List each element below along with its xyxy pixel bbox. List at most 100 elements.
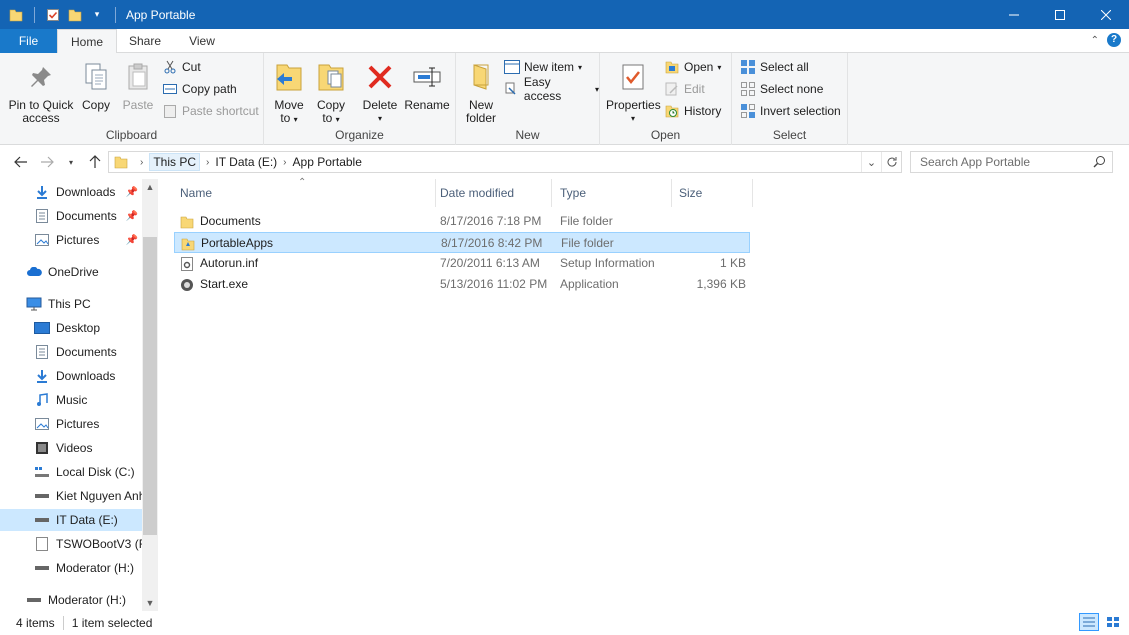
nav-item-pictures[interactable]: Pictures — [0, 413, 142, 435]
pin-icon[interactable]: 📌 — [126, 235, 138, 246]
scroll-up-icon[interactable]: ▲ — [142, 179, 158, 195]
edit-button[interactable]: Edit — [664, 79, 705, 99]
table-row[interactable]: Autorun.inf 7/20/2011 6:13 AM Setup Info… — [174, 253, 750, 274]
navigation-pane: Downloads 📌 Documents 📌 Pictures 📌 OneDr… — [0, 179, 158, 611]
new-item-button[interactable]: New item ▾ — [504, 57, 582, 77]
open-button[interactable]: Open ▾ — [664, 57, 721, 77]
nav-item-local-disk-c[interactable]: Local Disk (C:) — [0, 461, 142, 483]
close-button[interactable] — [1083, 0, 1129, 29]
properties-check-icon[interactable] — [45, 7, 61, 23]
application-icon — [180, 278, 194, 292]
file-date: 5/13/2016 11:02 PM — [440, 277, 548, 291]
pin-icon[interactable]: 📌 — [126, 211, 138, 222]
new-item-icon — [504, 59, 520, 75]
invert-selection-icon — [740, 103, 756, 119]
breadcrumb-chevron-icon[interactable]: › — [283, 157, 286, 168]
nav-item-onedrive[interactable]: OneDrive — [0, 261, 142, 283]
nav-item-videos[interactable]: Videos — [0, 437, 142, 459]
clipboard-group-label: Clipboard — [105, 128, 158, 142]
nav-item-this-pc[interactable]: This PC — [0, 293, 142, 315]
history-button[interactable]: History — [664, 101, 721, 121]
tab-view[interactable]: View — [178, 29, 226, 53]
table-row[interactable]: Documents 8/17/2016 7:18 PM File folder — [174, 211, 750, 232]
nav-item-it-data-e[interactable]: IT Data (E:) — [0, 509, 142, 531]
new-folder-button[interactable]: New folder — [460, 59, 502, 125]
copy-to-button[interactable]: Copy to ▾ — [312, 59, 350, 126]
folder-icon — [180, 215, 194, 229]
easy-access-button[interactable]: Easy access ▾ — [504, 75, 599, 103]
drive-icon — [34, 488, 50, 504]
address-bar[interactable]: › This PC › IT Data (E:) › App Portable … — [108, 151, 902, 173]
collapse-ribbon-icon[interactable]: ⌃ — [1091, 35, 1099, 46]
nav-item-documents-quick[interactable]: Documents 📌 — [0, 205, 142, 227]
select-all-button[interactable]: Select all — [740, 57, 809, 77]
minimize-button[interactable] — [991, 0, 1037, 29]
folder-icon — [114, 155, 128, 169]
nav-item-moderator-h-network[interactable]: Moderator (H:) — [0, 589, 142, 611]
select-all-icon — [740, 59, 756, 75]
select-none-button[interactable]: Select none — [740, 79, 823, 99]
nav-item-moderator-h[interactable]: Moderator (H:) — [0, 557, 142, 579]
nav-item-downloads-quick[interactable]: Downloads 📌 — [0, 181, 142, 203]
scroll-thumb[interactable] — [143, 237, 157, 535]
nav-item-kiet-nguyen-anh[interactable]: Kiet Nguyen Anh — [0, 485, 142, 507]
column-header-name[interactable]: Name — [172, 179, 436, 207]
search-input[interactable]: Search App Portable — [910, 151, 1113, 173]
table-row-selected[interactable]: PortableApps 8/17/2016 8:42 PM File fold… — [174, 232, 750, 253]
file-name-cell: Autorun.inf — [180, 253, 258, 274]
tab-home[interactable]: Home — [57, 29, 117, 54]
back-button[interactable] — [12, 153, 30, 171]
tab-file[interactable]: File — [0, 29, 57, 53]
nav-item-music[interactable]: Music — [0, 389, 142, 411]
large-icons-view-icon[interactable] — [1103, 613, 1123, 631]
move-to-button[interactable]: Move to ▾ — [270, 59, 308, 126]
nav-item-tswobootv3-f[interactable]: TSWOBootV3 (F: — [0, 533, 142, 555]
tab-share[interactable]: Share — [122, 29, 168, 53]
nav-item-downloads[interactable]: Downloads — [0, 365, 142, 387]
paste-button[interactable]: Paste — [118, 59, 158, 112]
nav-item-label: Desktop — [56, 321, 101, 335]
breadcrumb-app-portable[interactable]: App Portable — [293, 155, 362, 169]
help-icon[interactable]: ? — [1107, 33, 1121, 47]
breadcrumb-chevron-icon[interactable]: › — [140, 157, 143, 168]
rename-button[interactable]: Rename — [404, 59, 450, 112]
refresh-icon[interactable] — [881, 152, 901, 172]
nav-item-documents[interactable]: Documents — [0, 341, 142, 363]
breadcrumb-it-data[interactable]: IT Data (E:) — [215, 155, 277, 169]
details-view-icon[interactable] — [1079, 613, 1099, 631]
column-header-type[interactable]: Type — [552, 179, 672, 207]
scroll-down-icon[interactable]: ▼ — [142, 595, 158, 611]
column-header-date-modified[interactable]: Date modified — [432, 179, 552, 207]
properties-button[interactable]: Properties ▾ — [606, 59, 661, 125]
search-placeholder: Search App Portable — [920, 155, 1031, 169]
forward-button[interactable] — [38, 153, 56, 171]
breadcrumb-chevron-icon[interactable]: › — [206, 157, 209, 168]
breadcrumb-this-pc[interactable]: This PC — [149, 153, 201, 171]
file-date: 8/17/2016 8:42 PM — [441, 236, 543, 250]
cut-button[interactable]: Cut — [162, 57, 201, 77]
recent-locations-dropdown-icon[interactable]: ▾ — [62, 153, 80, 171]
paste-shortcut-button[interactable]: Paste shortcut — [162, 101, 259, 121]
nav-scrollbar[interactable]: ▲ ▼ — [142, 179, 158, 611]
nav-item-desktop[interactable]: Desktop — [0, 317, 142, 339]
pin-to-quick-access-button[interactable]: Pin to Quick access — [6, 59, 76, 125]
music-icon — [34, 392, 50, 408]
maximize-button[interactable] — [1037, 0, 1083, 29]
delete-button[interactable]: Delete ▾ — [360, 59, 400, 125]
copy-button[interactable]: Copy — [78, 59, 114, 112]
nav-item-pictures-quick[interactable]: Pictures 📌 — [0, 229, 142, 251]
invert-selection-button[interactable]: Invert selection — [740, 101, 841, 121]
copy-path-button[interactable]: Copy path — [162, 79, 237, 99]
file-name: Start.exe — [200, 277, 249, 291]
paste-shortcut-label: Paste shortcut — [182, 104, 259, 118]
pin-icon[interactable]: 📌 — [126, 187, 138, 198]
new-folder-icon[interactable] — [67, 7, 83, 23]
column-header-size[interactable]: Size — [671, 179, 753, 207]
customize-toolbar-dropdown-icon[interactable]: ▾ — [89, 7, 105, 23]
up-button[interactable] — [86, 153, 104, 171]
nav-item-label: TSWOBootV3 (F: — [56, 537, 142, 551]
new-group-label: New — [515, 128, 540, 142]
address-history-dropdown-icon[interactable]: ⌄ — [861, 152, 881, 172]
dropdown-arrow-icon: ▾ — [594, 84, 599, 94]
table-row[interactable]: Start.exe 5/13/2016 11:02 PM Application… — [174, 274, 750, 295]
